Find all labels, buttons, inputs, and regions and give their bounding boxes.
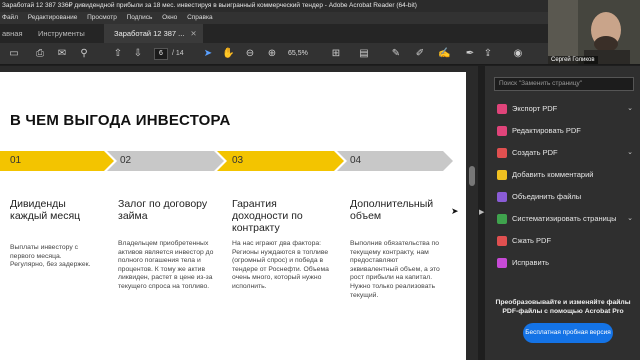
toolbar: ▭ ⎙ ✉ ⚲ ⇧ ⇩ 6 / 14 ➤ ✋ ⊖ ⊕ 65,5% ⊞ ▤ ✎ ✐… [0, 43, 640, 65]
scrollbar-thumb[interactable] [469, 166, 475, 186]
step-text-3: На нас играют два фактора: Регионы нужда… [232, 240, 329, 290]
chevron-down-icon[interactable]: ⌄ [627, 102, 633, 116]
pdf-page: В ЧЕМ ВЫГОДА ИНВЕСТОРА 01 02 03 04 Дивид… [0, 72, 466, 360]
highlight-icon[interactable]: ✐ [414, 48, 426, 60]
document-viewport: В ЧЕМ ВЫГОДА ИНВЕСТОРА 01 02 03 04 Дивид… [0, 66, 478, 360]
step-text-2: Владельцем приобретенных активов являетс… [118, 240, 214, 290]
draw-icon[interactable]: ✍ [438, 48, 450, 60]
tool-create-pdf-label: Создать PDF [512, 148, 558, 157]
tool-export-pdf[interactable]: Экспорт PDF ⌄ [497, 102, 637, 116]
menu-view[interactable]: Просмотр [87, 14, 117, 21]
chevron-down-icon[interactable]: ⌄ [627, 146, 633, 160]
save-icon[interactable]: ▭ [8, 48, 20, 60]
tab-document[interactable]: Заработай 12 387 ... ✕ [104, 24, 203, 43]
menu-file[interactable]: Файл [2, 14, 18, 21]
tool-fill-sign[interactable]: Исправить [497, 256, 637, 270]
step-number-2: 02 [120, 155, 132, 166]
mouse-cursor: ➤ [451, 206, 459, 216]
edit-pdf-icon [497, 126, 507, 137]
fill-sign-icon[interactable]: ✒ [464, 48, 476, 60]
tool-organize-pages-label: Систематизировать страницы [512, 214, 617, 223]
search-icon[interactable]: ⚲ [78, 48, 90, 60]
page-up-icon[interactable]: ⇧ [112, 48, 124, 60]
tools-search-input[interactable]: Поиск "Заменить страницу" [494, 77, 634, 91]
webcam-overlay: Сергей Голиков [548, 0, 640, 64]
free-trial-button[interactable]: Бесплатная пробная версия [523, 323, 613, 343]
create-pdf-icon [497, 148, 507, 159]
step-title-3: Гарантия доходности по контракту [232, 198, 303, 234]
tab-bar: авная Инструменты Заработай 12 387 ... ✕ [0, 24, 640, 43]
fit-page-icon[interactable]: ⊞ [330, 48, 342, 60]
compress-pdf-icon [497, 236, 507, 247]
tool-fill-sign-label: Исправить [512, 258, 550, 267]
hand-tool-icon[interactable]: ✋ [222, 48, 234, 60]
tab-tools[interactable]: Инструменты [38, 24, 85, 43]
combine-files-icon [497, 192, 507, 203]
step-text-1: Выплаты инвестору с первого месяца. Регу… [10, 244, 91, 269]
zoom-level[interactable]: 65,5% [288, 48, 318, 60]
comment-icon [497, 170, 507, 181]
page-total: / 14 [172, 50, 184, 57]
zoom-out-icon[interactable]: ⊖ [244, 48, 256, 60]
organize-pages-icon [497, 214, 507, 225]
chevron-down-icon[interactable]: ⌄ [627, 212, 633, 226]
zoom-in-icon[interactable]: ⊕ [266, 48, 278, 60]
menu-bar: Файл Редактирование Просмотр Подпись Окн… [0, 12, 640, 24]
comment-icon[interactable]: ✎ [390, 48, 402, 60]
menu-sign[interactable]: Подпись [127, 14, 153, 21]
step-number-1: 01 [10, 155, 22, 166]
acrobat-pro-promo: Преобразовывайте и изменяйте файлы PDF-ф… [495, 299, 631, 315]
tool-compress-pdf-label: Сжать PDF [512, 236, 552, 245]
presenter-name: Сергей Голиков [548, 56, 598, 64]
page-down-icon[interactable]: ⇩ [132, 48, 144, 60]
tool-add-comment[interactable]: Добавить комментарий [497, 168, 637, 182]
tool-organize-pages[interactable]: Систематизировать страницы ⌄ [497, 212, 637, 226]
tool-add-comment-label: Добавить комментарий [512, 170, 594, 179]
close-tab-icon[interactable]: ✕ [190, 29, 196, 38]
menu-edit[interactable]: Редактирование [28, 14, 78, 21]
share-icon[interactable]: ⇪ [482, 48, 494, 60]
fill-sign-icon [497, 258, 507, 269]
tool-edit-pdf-label: Редактировать PDF [512, 126, 581, 135]
step-number-3: 03 [232, 155, 244, 166]
tool-combine-files-label: Объединить файлы [512, 192, 582, 201]
vertical-scrollbar[interactable] [468, 66, 476, 360]
tab-document-label: Заработай 12 387 ... [114, 29, 185, 38]
sign-in-icon[interactable]: ◉ [512, 48, 524, 60]
scroll-mode-icon[interactable]: ▤ [358, 48, 370, 60]
step-title-1: Дивиденды каждый месяц [10, 198, 81, 222]
print-icon[interactable]: ⎙ [34, 48, 46, 60]
select-tool-icon[interactable]: ➤ [202, 48, 214, 60]
step-title-4: Дополнительный объем [350, 198, 434, 222]
presenter-image [548, 0, 640, 64]
email-icon[interactable]: ✉ [56, 48, 68, 60]
tab-home[interactable]: авная [2, 24, 23, 43]
tool-compress-pdf[interactable]: Сжать PDF [497, 234, 637, 248]
tool-create-pdf[interactable]: Создать PDF ⌄ [497, 146, 637, 160]
tool-edit-pdf[interactable]: Редактировать PDF [497, 124, 637, 138]
export-pdf-icon [497, 104, 507, 115]
menu-help[interactable]: Справка [187, 14, 213, 21]
step-number-4: 04 [350, 155, 362, 166]
window-title: Заработай 12 387 336₽ дивидендной прибыл… [0, 0, 640, 12]
slide-heading: В ЧЕМ ВЫГОДА ИНВЕСТОРА [10, 112, 231, 129]
collapse-panel-icon[interactable]: ▶ [479, 208, 484, 216]
page-number-input[interactable]: 6 [154, 48, 168, 60]
menu-window[interactable]: Окно [162, 14, 177, 21]
tool-export-pdf-label: Экспорт PDF [512, 104, 558, 113]
step-title-2: Залог по договору займа [118, 198, 208, 222]
tool-combine-files[interactable]: Объединить файлы [497, 190, 637, 204]
step-text-4: Выполнив обязательства по текущему контр… [350, 240, 440, 299]
